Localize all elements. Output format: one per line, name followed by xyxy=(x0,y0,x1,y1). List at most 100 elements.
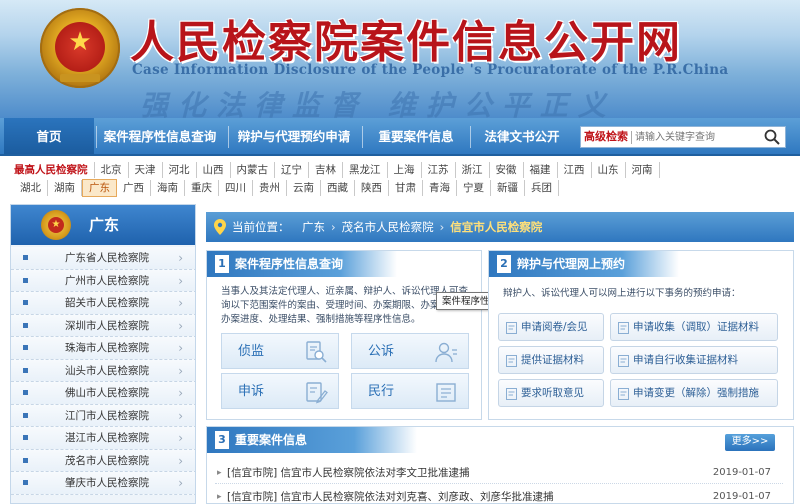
region-link[interactable]: 北京 xyxy=(95,162,129,178)
panel-header: 2 辩护与代理网上预约 xyxy=(489,251,679,277)
region-link[interactable]: 湖北 xyxy=(14,180,48,196)
region-link[interactable]: 青海 xyxy=(423,180,457,196)
service-self-collect-button[interactable]: 申请自行收集证据材料 xyxy=(610,346,778,374)
region-link[interactable]: 安徽 xyxy=(490,162,524,178)
bullet-icon xyxy=(23,412,28,418)
nav-legal-documents[interactable]: 法律文书公开 xyxy=(472,118,572,154)
sidebar-item[interactable]: 茂名市人民检察院 › xyxy=(11,449,195,472)
chevron-right-icon: › xyxy=(331,220,336,234)
category-zhenjian[interactable]: 侦监 xyxy=(221,333,339,369)
sidebar-item[interactable]: 佛山市人民检察院 › xyxy=(11,382,195,405)
sidebar-list: 广东省人民检察院 › 广州市人民检察院 › 韶关市人民检察院 › 深圳市人民检察院 › 珠海市人… xyxy=(11,247,195,495)
search-doc-icon xyxy=(306,341,327,363)
service-label: 申请收集（调取）证据材料 xyxy=(633,321,759,333)
search-icon[interactable] xyxy=(763,128,781,146)
region-link[interactable]: 贵州 xyxy=(253,180,287,196)
region-link[interactable]: 上海 xyxy=(388,162,422,178)
sidebar-item[interactable]: 湛江市人民检察院 › xyxy=(11,427,195,450)
region-link[interactable]: 江西 xyxy=(558,162,592,178)
case-row[interactable]: ▸ [信宜市院] 信宜市人民检察院依法对刘克喜、刘彦政、刘彦华批准逮捕 2019… xyxy=(215,486,783,503)
sidebar-item[interactable]: 珠海市人民检察院 › xyxy=(11,337,195,360)
service-provide-evidence-button[interactable]: 提供证据材料 xyxy=(498,346,604,374)
sidebar-item[interactable]: 肇庆市人民检察院 › xyxy=(11,472,195,495)
service-request-hearing-button[interactable]: 要求听取意见 xyxy=(498,379,604,407)
region-link[interactable]: 湖南 xyxy=(48,180,82,196)
region-link[interactable]: 海南 xyxy=(151,180,185,196)
region-link[interactable]: 广西 xyxy=(117,180,151,196)
important-cases-panel: 3 重要案件信息 更多>> ▸ [信宜市院] 信宜市人民检察院依法对李文卫批准逮… xyxy=(206,426,794,504)
sidebar-item[interactable]: 韶关市人民检察院 › xyxy=(11,292,195,315)
advanced-search-link[interactable]: 高级检索 xyxy=(584,127,628,147)
service-change-measures-button[interactable]: 申请变更（解除）强制措施 xyxy=(610,379,778,407)
region-link[interactable]: 兵团 xyxy=(525,180,559,196)
sidebar-item-label: 肇庆市人民检察院 xyxy=(65,477,149,489)
category-shensu[interactable]: 申诉 xyxy=(221,373,339,409)
nav-case-query[interactable]: 案件程序性信息查询 xyxy=(98,118,222,154)
bullet-icon xyxy=(23,277,28,283)
sidebar-item[interactable]: 深圳市人民检察院 › xyxy=(11,314,195,337)
nav-important-cases[interactable]: 重要案件信息 xyxy=(366,118,466,154)
chevron-right-icon: › xyxy=(178,431,183,445)
sidebar-item[interactable]: 江门市人民检察院 › xyxy=(11,404,195,427)
region-link[interactable]: 新疆 xyxy=(491,180,525,196)
breadcrumb-current: 信宜市人民检察院 xyxy=(450,220,543,234)
region-link[interactable]: 山西 xyxy=(197,162,231,178)
breadcrumb-label: 当前位置： xyxy=(232,220,290,234)
sidebar-item[interactable]: 广东省人民检察院 › xyxy=(11,247,195,270)
region-link[interactable]: 黑龙江 xyxy=(343,162,388,178)
building-icon xyxy=(436,383,456,402)
service-read-meet-button[interactable]: 申请阅卷/会见 xyxy=(498,313,604,341)
document-icon xyxy=(506,322,517,334)
case-date: 2019-01-07 xyxy=(712,491,771,502)
more-cases-button[interactable]: 更多>> xyxy=(725,434,775,451)
region-link[interactable]: 宁夏 xyxy=(457,180,491,196)
nav-defense-appointment[interactable]: 辩护与代理预约申请 xyxy=(232,118,356,154)
region-link[interactable]: 云南 xyxy=(287,180,321,196)
region-link[interactable]: 西藏 xyxy=(321,180,355,196)
region-link[interactable]: 广东 xyxy=(82,179,117,197)
category-gongsu[interactable]: 公诉 xyxy=(351,333,469,369)
search-box: 高级检索 xyxy=(580,126,786,148)
region-link[interactable]: 天津 xyxy=(129,162,163,178)
region-link[interactable]: 内蒙古 xyxy=(231,162,275,178)
sidebar-item-label: 佛山市人民检察院 xyxy=(65,387,149,399)
region-link[interactable]: 江苏 xyxy=(422,162,456,178)
document-icon xyxy=(618,322,629,334)
bullet-icon xyxy=(23,390,28,395)
breadcrumb-item[interactable]: 广东 xyxy=(302,220,325,234)
sidebar-item[interactable]: 广州市人民检察院 › xyxy=(11,269,195,292)
bullet-icon xyxy=(23,435,28,440)
case-date: 2019-01-07 xyxy=(712,467,771,478)
service-collect-evidence-button[interactable]: 申请收集（调取）证据材料 xyxy=(610,313,778,341)
case-row[interactable]: ▸ [信宜市院] 信宜市人民检察院依法对李文卫批准逮捕 2019-01-07 xyxy=(215,462,783,484)
sidebar-item-label: 深圳市人民检察院 xyxy=(65,319,149,332)
region-link[interactable]: 最高人民检察院 xyxy=(14,162,95,178)
region-link[interactable]: 河北 xyxy=(163,162,197,178)
location-pin-icon xyxy=(214,219,226,235)
region-link[interactable]: 四川 xyxy=(219,180,253,196)
nav-home[interactable]: 首页 xyxy=(4,118,94,154)
bullet-icon: ▸ xyxy=(217,492,222,502)
case-title[interactable]: [信宜市院] 信宜市人民检察院依法对刘克喜、刘彦政、刘彦华批准逮捕 xyxy=(227,486,554,503)
region-link[interactable]: 辽宁 xyxy=(275,162,309,178)
region-link[interactable]: 河南 xyxy=(626,162,660,178)
chevron-right-icon: › xyxy=(439,220,445,234)
breadcrumb-item[interactable]: 茂名市人民检察院 xyxy=(342,220,434,234)
panel-description: 当事人及其法定代理人、近亲属、辩护人、诉讼代理人可查询以下范围案件的案由、受理时… xyxy=(221,286,469,325)
bullet-icon xyxy=(23,300,28,305)
sidebar-title: 广东 xyxy=(89,216,120,234)
bullet-icon xyxy=(23,480,28,485)
case-title[interactable]: [信宜市院] 信宜市人民检察院依法对李文卫批准逮捕 xyxy=(227,462,470,484)
panel-description: 辩护人、诉讼代理人可以网上进行以下事务的预约申请： xyxy=(503,288,741,299)
region-link[interactable]: 甘肃 xyxy=(389,180,423,196)
region-link[interactable]: 福建 xyxy=(524,162,558,178)
region-link[interactable]: 吉林 xyxy=(309,162,343,178)
breadcrumb-path: 广东 › 茂名市人民检察院 › 信宜市人民检察院 xyxy=(302,212,542,242)
category-minxing[interactable]: 民行 xyxy=(351,373,469,409)
region-link[interactable]: 重庆 xyxy=(185,180,219,196)
region-link[interactable]: 浙江 xyxy=(456,162,490,178)
region-link[interactable]: 陕西 xyxy=(355,180,389,196)
region-link[interactable]: 山东 xyxy=(592,162,626,178)
search-input[interactable] xyxy=(635,128,755,146)
sidebar-item[interactable]: 汕头市人民检察院 › xyxy=(11,359,195,382)
